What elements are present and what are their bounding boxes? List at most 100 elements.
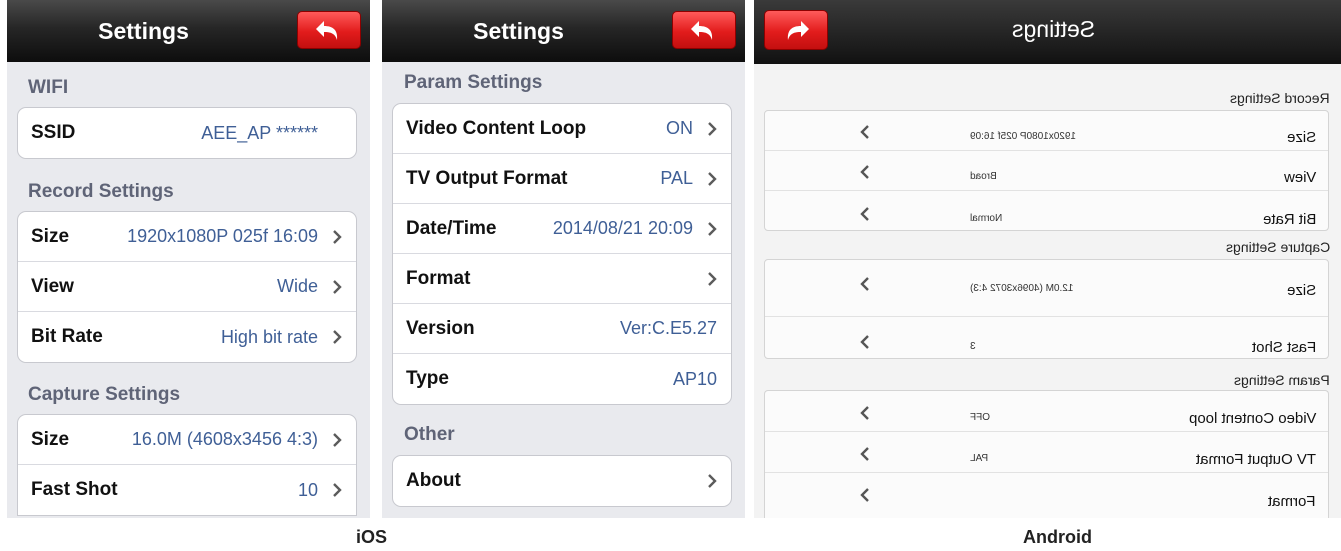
navigation-bar: Settings: [7, 0, 370, 62]
row-value: 10: [297, 479, 318, 500]
section-title-param-settings: Param Settings: [1234, 372, 1330, 388]
back-button[interactable]: [764, 10, 828, 50]
settings-row-size[interactable]: Size 1920x1080P 025f 16:09: [18, 212, 356, 262]
capture-settings-group: 12.0M (4096x3072 4:3) Size 3 Fast Shot: [764, 259, 1329, 359]
row-label: Bit Rate: [31, 326, 103, 347]
row-value: 2014/08/21 20:09: [552, 218, 693, 238]
param-settings-group: Video Content Loop ON TV Output Format P…: [392, 103, 732, 405]
back-button[interactable]: [297, 11, 361, 49]
row-label: TV Output Format: [1195, 451, 1316, 468]
chevron-right-icon: [701, 474, 717, 488]
caption-android: Android: [1023, 527, 1092, 547]
row-label: About: [406, 470, 461, 491]
other-group: About: [392, 455, 732, 507]
section-title-wifi: WIFI: [28, 77, 69, 98]
row-label: Video Content loop: [1188, 410, 1316, 427]
back-button[interactable]: [672, 11, 736, 49]
section-title-other: Other: [404, 424, 455, 445]
settings-row-fast-shot[interactable]: 3 Fast Shot: [765, 317, 1328, 358]
row-label: Video Content Loop: [406, 117, 587, 139]
navigation-bar: Settings: [382, 0, 745, 62]
ios-settings-screen-2: Settings Param Settings Video Content Lo…: [382, 0, 745, 518]
back-arrow-icon: [691, 21, 713, 40]
chevron-right-icon: [326, 330, 342, 344]
settings-row-tv-output-format[interactable]: PAL TV Output Format: [765, 432, 1328, 473]
chevron-right-icon: [701, 171, 717, 186]
param-settings-group: OFF Video Content loop PAL TV Output For…: [764, 390, 1329, 518]
section-title-record-settings: Record Settings: [1230, 90, 1330, 106]
section-title-record-settings: Record Settings: [28, 181, 174, 202]
android-title: Settings: [1012, 16, 1096, 42]
chevron-left-icon: [860, 207, 870, 226]
row-value: 16.0M (4608x3456 4:3): [131, 429, 318, 449]
row-value: AEE_AP ******: [201, 122, 318, 143]
back-arrow-icon: [316, 21, 338, 40]
nav-title: Settings: [473, 18, 564, 44]
row-label: Size: [31, 225, 70, 247]
settings-row-type: Type AP10: [393, 354, 731, 404]
row-value: 1920x1080P 025f 16:09: [127, 226, 318, 246]
wifi-group: SSID AEE_AP ******: [17, 107, 357, 159]
chevron-right-icon: [701, 271, 717, 286]
section-title-param-settings: Param Settings: [404, 72, 543, 93]
row-value: High bit rate: [220, 326, 318, 347]
row-label: Date/Time: [406, 217, 497, 239]
row-value: Broad: [970, 171, 997, 182]
row-label: Size: [31, 428, 70, 450]
row-value: PAL: [660, 168, 693, 188]
row-value: 12.0M (4096x3072 4:3): [970, 283, 1074, 294]
row-value: OFF: [970, 412, 990, 423]
row-label: Type: [406, 368, 449, 389]
forward-arrow-icon: [787, 21, 809, 40]
row-value: AP10: [672, 368, 717, 389]
settings-row-format[interactable]: Format: [765, 473, 1328, 518]
chevron-right-icon: [701, 121, 717, 136]
chevron-left-icon: [860, 488, 870, 507]
row-label: Fast Shot: [1251, 339, 1316, 356]
row-label: Version: [406, 317, 475, 339]
caption-ios: iOS: [356, 527, 388, 547]
settings-row-fast-shot[interactable]: Fast Shot 10: [18, 465, 356, 515]
row-label: Size: [1286, 282, 1316, 299]
android-settings-screen: Settings Record Settings 1920x1080P 025f…: [754, 0, 1341, 518]
nav-title: Settings: [98, 18, 189, 44]
settings-row-bit-rate[interactable]: Bit Rate High bit rate: [18, 312, 356, 362]
row-label: Format: [406, 267, 471, 289]
chevron-left-icon: [860, 406, 870, 425]
row-label: Fast Shot: [31, 479, 118, 500]
settings-row-tv-output-format[interactable]: TV Output Format PAL: [393, 154, 731, 204]
chevron-left-icon: [860, 125, 870, 144]
chevron-right-icon: [701, 221, 717, 236]
row-label: SSID: [31, 122, 76, 143]
settings-row-video-content-loop[interactable]: Video Content Loop ON: [393, 104, 731, 154]
chevron-left-icon: [860, 447, 870, 466]
chevron-right-icon: [326, 229, 342, 244]
settings-row-capture-size[interactable]: 12.0M (4096x3072 4:3) Size: [765, 260, 1328, 317]
row-label: View: [31, 275, 74, 297]
row-value: Wide: [276, 276, 318, 296]
row-value: Normal: [970, 213, 1003, 224]
settings-row-format[interactable]: Format: [393, 254, 731, 304]
row-value: 3: [970, 341, 976, 352]
row-label: TV Output Format: [406, 167, 568, 189]
settings-row-size[interactable]: 1920x1080P 025f 16:09 Size: [765, 111, 1328, 151]
chevron-left-icon: [860, 335, 870, 354]
settings-row-view[interactable]: View Wide: [18, 262, 356, 312]
settings-row-date-time[interactable]: Date/Time 2014/08/21 20:09: [393, 204, 731, 254]
chevron-right-icon: [326, 483, 342, 497]
settings-row-ssid[interactable]: SSID AEE_AP ******: [18, 108, 356, 158]
row-value: ON: [666, 118, 693, 138]
row-label: Bit Rate: [1262, 211, 1316, 228]
settings-row-bit-rate[interactable]: Normal Bit Rate: [765, 191, 1328, 230]
settings-row-capture-size[interactable]: Size 16.0M (4608x3456 4:3): [18, 415, 356, 465]
section-title-capture-settings: Capture Settings: [1225, 239, 1330, 255]
android-action-bar: Settings: [754, 0, 1341, 64]
row-label: Size: [1286, 129, 1316, 146]
chevron-left-icon: [860, 165, 870, 184]
settings-row-view[interactable]: Broad View: [765, 151, 1328, 191]
settings-row-video-content-loop[interactable]: OFF Video Content loop: [765, 391, 1328, 432]
settings-row-about[interactable]: About: [393, 456, 731, 506]
capture-settings-group: Size 16.0M (4608x3456 4:3) Fast Shot 10: [17, 414, 357, 516]
row-value: 1920x1080P 025f 16:09: [970, 131, 1077, 142]
record-settings-group: Size 1920x1080P 025f 16:09 View Wide Bit…: [17, 211, 357, 363]
